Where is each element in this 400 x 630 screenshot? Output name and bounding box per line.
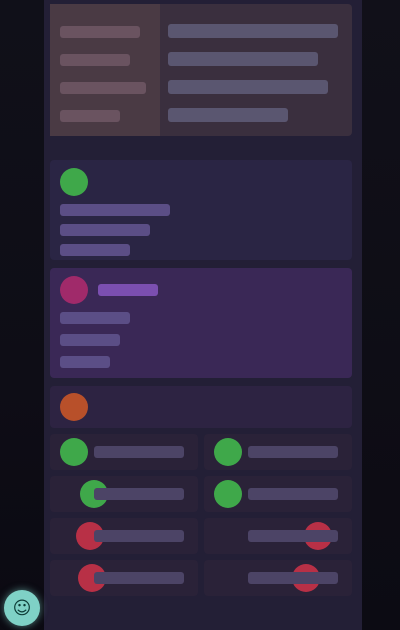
summary-label xyxy=(60,82,146,94)
section-1[interactable] xyxy=(50,160,352,260)
list-item-label xyxy=(94,572,184,584)
list-item-label xyxy=(94,488,184,500)
list-item[interactable] xyxy=(50,518,198,554)
list-item[interactable] xyxy=(204,476,352,512)
section-line xyxy=(60,204,170,216)
section-line xyxy=(60,334,120,346)
list-item[interactable] xyxy=(50,476,198,512)
status-alert-icon xyxy=(60,393,88,421)
summary-labels-column xyxy=(50,4,160,136)
summary-value xyxy=(168,80,328,94)
status-ok-icon xyxy=(60,168,88,196)
list-item[interactable] xyxy=(50,560,198,596)
status-ok-icon xyxy=(60,438,88,466)
list-item-label xyxy=(94,446,184,458)
section-2[interactable] xyxy=(50,268,352,378)
status-grid xyxy=(50,434,352,624)
section-line xyxy=(98,284,158,296)
right-gutter xyxy=(362,0,400,630)
summary-label xyxy=(60,110,120,122)
left-gutter xyxy=(0,0,44,630)
section-line xyxy=(60,312,130,324)
status-ok-icon xyxy=(214,480,242,508)
list-item-label xyxy=(248,530,338,542)
status-ok-icon xyxy=(214,438,242,466)
section-3[interactable] xyxy=(50,386,352,428)
list-item-label xyxy=(248,488,338,500)
summary-value xyxy=(168,108,288,122)
list-item[interactable] xyxy=(50,434,198,470)
list-item-label xyxy=(94,530,184,542)
summary-value xyxy=(168,52,318,66)
list-item[interactable] xyxy=(204,560,352,596)
section-line xyxy=(60,356,110,368)
section-line xyxy=(60,224,150,236)
chat-icon[interactable]: ☺ xyxy=(4,590,40,626)
summary-label xyxy=(60,54,130,66)
chat-glyph: ☺ xyxy=(12,597,32,619)
status-warning-icon xyxy=(60,276,88,304)
summary-label xyxy=(60,26,140,38)
list-item[interactable] xyxy=(204,434,352,470)
section-line xyxy=(60,244,130,256)
main-panel xyxy=(44,0,362,630)
list-item-label xyxy=(248,572,338,584)
list-item[interactable] xyxy=(204,518,352,554)
summary-block xyxy=(50,4,352,136)
list-item-label xyxy=(248,446,338,458)
summary-value xyxy=(168,24,338,38)
